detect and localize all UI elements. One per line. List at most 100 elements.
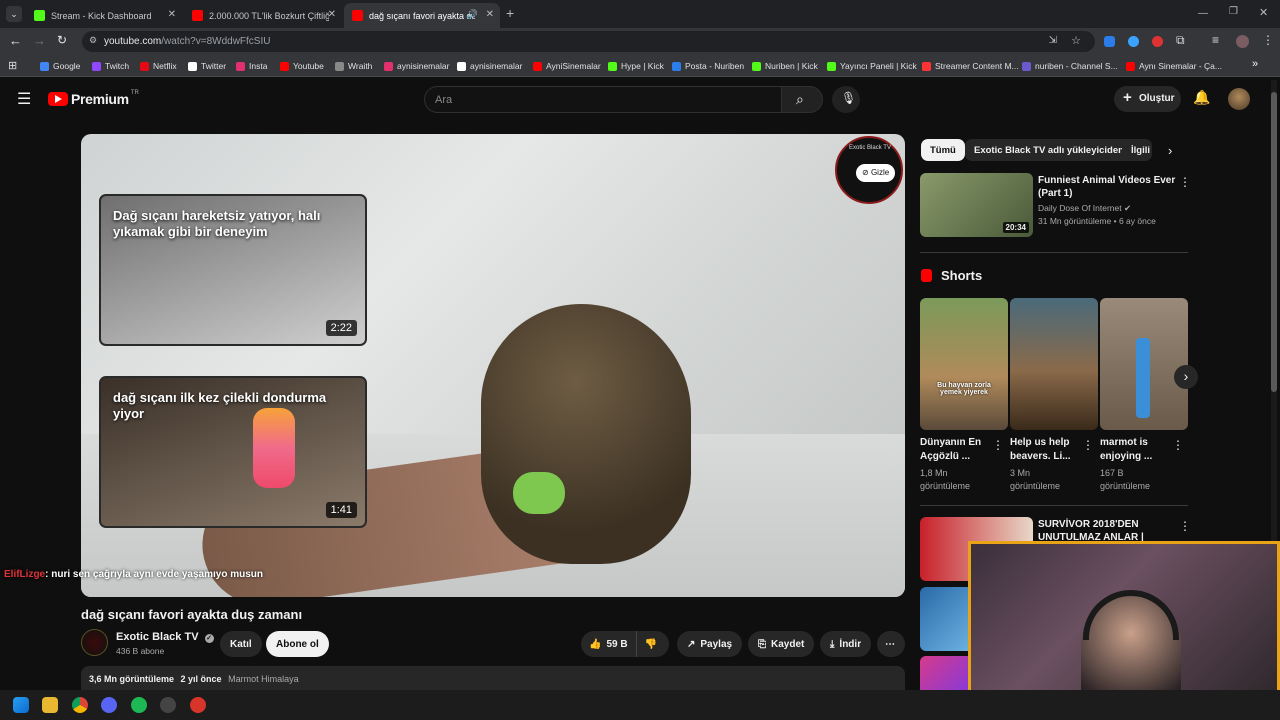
search-button[interactable]: ⌕ [781,86,823,113]
end-card-2[interactable]: dağ sıçanı ilk kez çilekli dondurma yiyo… [99,376,367,528]
chevron-right-icon[interactable]: › [1168,143,1172,158]
like-button[interactable]: 👍 59 B [581,631,637,657]
more-options-icon[interactable]: ⋮ [1179,175,1191,189]
channel-avatar[interactable] [81,629,108,656]
youtube-icon [352,10,363,21]
spotify-icon[interactable] [131,697,147,713]
create-button[interactable]: + Oluştur [1114,86,1181,112]
share-button[interactable]: ↗ Paylaş [677,631,743,657]
more-options-icon[interactable]: ⋮ [1172,438,1184,452]
window-close-icon[interactable]: ✕ [1259,6,1268,19]
channel-name[interactable]: Exotic Black TV ✓ [116,631,214,643]
youtube-logo[interactable]: Premium TR [48,90,139,107]
bookmark-item[interactable]: nuriben - Channel S... [1022,61,1118,71]
tab-kick-dashboard[interactable]: Stream - Kick Dashboard ✕ [26,3,182,28]
end-card-title: Dağ sıçanı hareketsiz yatıyor, halı yıka… [113,208,321,239]
bookmark-item[interactable]: Yayıncı Paneli | Kick [827,61,917,71]
join-button[interactable]: Katıl [220,631,262,657]
bookmark-item[interactable]: Wraith [335,61,372,71]
more-options-icon[interactable]: ⋮ [1179,519,1191,533]
short-item-3[interactable]: marmot is enjoying ... 167 B görüntüleme… [1100,298,1188,493]
bookmark-item[interactable]: Twitch [92,61,129,71]
app-red-icon[interactable] [190,697,206,713]
tab-bozkurt[interactable]: 2.000.000 TL'lik Bozkurt Çiftliği ✕ [184,3,342,28]
windows-start-icon[interactable] [13,697,29,713]
chat-message: : nuri sen çağrıyla aynı evde yaşamıyo m… [45,569,263,580]
forward-icon[interactable]: → [33,33,46,48]
hide-watermark-button[interactable]: ⊘ Gizle [856,164,896,182]
browser-menu-icon[interactable]: ⋮ [1262,33,1274,47]
download-button[interactable]: ⤓ İndir [820,631,872,657]
tab-current-video[interactable]: dağ sıçanı favori ayakta duş 🔊 ✕ [344,3,500,28]
bookmark-item[interactable]: Streamer Content M... [922,61,1019,71]
bookmark-item[interactable]: Nuriben | Kick [752,61,818,71]
save-button[interactable]: ⎘ Kaydet [748,631,815,657]
minimize-icon[interactable]: — [1198,8,1208,19]
chrome-icon[interactable] [72,697,88,713]
notifications-bell-icon[interactable]: 🔔 [1193,89,1210,106]
close-icon[interactable]: ✕ [328,9,336,20]
short-views: 167 B görüntüleme [1100,468,1151,491]
search-input[interactable]: Ara [424,86,782,113]
bookmark-item[interactable]: aynisinemalar [384,61,449,71]
chip-related[interactable]: İlgili [1122,139,1152,161]
url-field[interactable]: ⚙ youtube.com/watch?v=8WddwFfcSIU ⇲ ☆ [82,31,1095,52]
shorts-next-button[interactable]: › [1174,365,1198,389]
bookmark-favicon-icon [335,61,344,71]
site-info-icon[interactable]: ⚙ [89,35,97,46]
chip-from-uploader[interactable]: Exotic Black TV adlı yükleyiciden [965,139,1133,161]
profile-icon[interactable] [1236,35,1249,48]
bookmark-item[interactable]: AyniSinemalar [533,61,601,71]
bookmark-item[interactable]: Aynı Sinemalar - Ça... [1126,61,1222,71]
bookmark-label: Youtube [293,61,324,71]
tab-search-button[interactable]: ⌄ [6,6,22,22]
voice-search-button[interactable]: 🎙 [832,86,860,113]
bookmark-item[interactable]: Posta - Nuriben [672,61,744,71]
extensions-puzzle-icon[interactable]: ⧉ [1176,33,1185,48]
bookmark-item[interactable]: aynisinemalar [457,61,522,71]
close-icon[interactable]: ✕ [486,9,494,20]
more-options-icon[interactable]: ⋮ [1082,438,1094,452]
bookmark-star-icon[interactable]: ☆ [1071,34,1081,47]
short-item-2[interactable]: Help us help beavers. Li... 3 Mn görüntü… [1010,298,1098,493]
end-card-1[interactable]: Dağ sıçanı hareketsiz yatıyor, halı yıka… [99,194,367,346]
reload-icon[interactable]: ↻ [57,33,67,47]
dislike-button[interactable]: 👎 [637,639,665,650]
short-item-1[interactable]: Bu hayvan zorla yemek yiyerek Dünyanın E… [920,298,1008,493]
account-avatar[interactable] [1228,88,1250,110]
more-options-icon[interactable]: ⋮ [992,438,1004,452]
description-box[interactable]: 3,6 Mn görüntüleme 2 yıl önce Marmot Him… [81,666,905,690]
bookmark-item[interactable]: Youtube [280,61,324,71]
new-tab-button[interactable]: + [506,5,514,21]
obs-icon[interactable] [160,697,176,713]
more-actions-button[interactable]: ⋯ [877,631,905,657]
recommended-video-1[interactable]: 20:34 Funniest Animal Videos Ever (Part … [920,173,1191,237]
chip-all[interactable]: Tümü [921,139,965,161]
discord-icon[interactable] [101,697,117,713]
file-explorer-icon[interactable] [42,697,58,713]
bookmark-item[interactable]: Google [40,61,80,71]
bookmark-item[interactable]: Netflix [140,61,177,71]
recommended-thumb-4[interactable] [920,656,968,690]
speaker-icon[interactable]: 🔊 [467,9,478,20]
back-icon[interactable]: ← [9,33,22,48]
download-icon: ⤓ [830,638,835,650]
extension-red-icon[interactable] [1152,36,1163,47]
bookmark-item[interactable]: Twitter [188,61,226,71]
bookmark-item[interactable]: Insta [236,61,267,71]
extension-blue-icon[interactable] [1128,36,1139,47]
video-tag[interactable]: Marmot Himalaya [228,674,299,684]
close-icon[interactable]: ✕ [168,9,176,20]
bookmarks-more[interactable]: » [1252,58,1258,70]
video-player[interactable]: Dağ sıçanı hareketsiz yatıyor, halı yıka… [81,134,905,597]
extension-shield-icon[interactable] [1104,36,1115,47]
bookmark-item[interactable]: Hype | Kick [608,61,664,71]
recommended-thumb-3[interactable] [920,587,968,651]
subscribe-button[interactable]: Abone ol [266,631,329,657]
hamburger-menu-icon[interactable]: ☰ [17,89,31,109]
verified-icon: ✓ [204,634,214,643]
reading-list-icon[interactable]: ≡ [1212,33,1219,47]
maximize-icon[interactable]: ❐ [1229,6,1238,17]
install-icon[interactable]: ⇲ [1049,35,1057,46]
apps-grid-icon[interactable]: ⊞ [8,59,17,72]
